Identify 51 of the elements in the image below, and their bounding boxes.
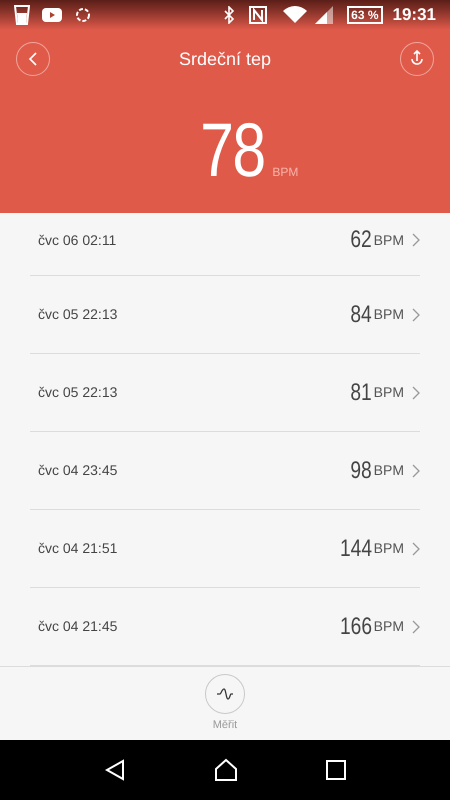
- record-value: 98: [350, 456, 372, 486]
- upload-icon: [408, 50, 426, 68]
- chevron-icon: [412, 620, 420, 634]
- record-value: 62: [350, 225, 372, 255]
- screen-title: Srdeční tep: [178, 48, 272, 71]
- current-unit: BPM: [272, 164, 298, 181]
- record-date: čvc 06 02:11: [37, 230, 118, 250]
- record-date: čvc 04 21:45: [37, 617, 118, 636]
- chevron-icon: [412, 542, 420, 556]
- home-icon[interactable]: [214, 758, 238, 782]
- chevron-icon: [412, 233, 420, 247]
- record-row[interactable]: čvc 04 21:45 166 BPM: [30, 588, 420, 666]
- clock: 19:31: [392, 4, 436, 26]
- record-date: čvc 04 23:45: [37, 461, 118, 480]
- record-unit: BPM: [374, 230, 404, 250]
- record-row[interactable]: čvc 04 23:45 98 BPM: [30, 432, 420, 510]
- record-row[interactable]: čvc 06 02:11 62 BPM: [30, 213, 420, 276]
- pulse-icon: [216, 688, 234, 700]
- record-unit: BPM: [374, 305, 404, 324]
- bluetooth-icon: [223, 6, 236, 24]
- play-icon: [42, 8, 62, 22]
- record-row[interactable]: čvc 04 21:51 144 BPM: [30, 510, 420, 588]
- chevron-icon: [412, 386, 420, 400]
- share-button[interactable]: [400, 42, 434, 76]
- record-date: čvc 04 21:51: [37, 539, 118, 558]
- measure-label: Měřit: [212, 718, 238, 733]
- record-date: čvc 05 22:13: [37, 383, 118, 402]
- back-nav-icon[interactable]: [104, 759, 126, 781]
- chevron-icon: [412, 308, 420, 322]
- record-value: 166: [340, 612, 372, 642]
- current-heart-rate: 78: [200, 112, 264, 188]
- record-unit: BPM: [374, 617, 404, 636]
- measure-button[interactable]: [205, 674, 245, 714]
- chevron-left-icon: [28, 51, 38, 67]
- signal-icon: [315, 6, 334, 24]
- record-value: 81: [350, 378, 372, 408]
- chevron-icon: [412, 464, 420, 478]
- record-row[interactable]: čvc 05 22:13 84 BPM: [30, 276, 420, 354]
- record-unit: BPM: [374, 539, 404, 558]
- record-unit: BPM: [374, 461, 404, 480]
- recents-icon[interactable]: [326, 760, 346, 780]
- record-row[interactable]: čvc 05 22:13 81 BPM: [30, 354, 420, 432]
- battery-indicator: 63 %: [347, 6, 383, 24]
- record-value: 144: [340, 534, 372, 564]
- record-date: čvc 05 22:13: [37, 305, 118, 324]
- record-unit: BPM: [374, 383, 404, 402]
- record-value: 84: [350, 300, 372, 330]
- nfc-icon: [249, 6, 268, 24]
- back-button[interactable]: [16, 42, 50, 76]
- wifi-icon: [283, 6, 308, 24]
- glass-icon: [14, 5, 30, 25]
